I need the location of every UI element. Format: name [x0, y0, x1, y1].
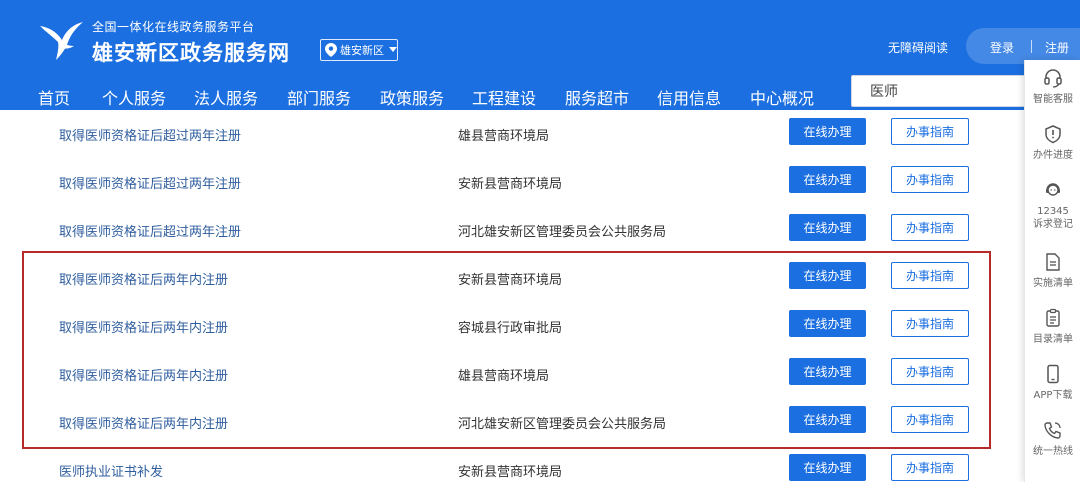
sidebar-item-12345[interactable]: 12345 诉求登记	[1025, 180, 1080, 231]
list-item: 医师执业证书补发 安新县营商环境局 在线办理 办事指南	[0, 446, 1024, 482]
service-guide-button[interactable]: 办事指南	[891, 166, 969, 193]
nav-item-department[interactable]: 部门服务	[287, 85, 351, 109]
online-apply-button[interactable]: 在线办理	[789, 454, 866, 481]
service-name-link[interactable]: 医师执业证书补发	[59, 461, 163, 480]
sidebar-item-label: 12345	[1037, 206, 1069, 217]
sidebar-item-label-line2: 诉求登记	[1033, 219, 1073, 230]
site-title[interactable]: 雄安新区政务服务网	[92, 37, 290, 67]
service-name-link[interactable]: 取得医师资格证后超过两年注册	[59, 125, 241, 144]
sidebar-item-label: APP下载	[1033, 390, 1073, 401]
nav-item-personal[interactable]: 个人服务	[102, 85, 166, 109]
nav-item-policy[interactable]: 政策服务	[380, 85, 444, 109]
sidebar-item-progress[interactable]: 办件进度	[1025, 124, 1080, 162]
service-guide-button[interactable]: 办事指南	[891, 454, 969, 481]
login-link[interactable]: 登录	[990, 39, 1014, 56]
sidebar-item-implementation-list[interactable]: 实施清单	[1025, 252, 1080, 290]
department-name: 安新县营商环境局	[458, 465, 563, 480]
search-input[interactable]	[851, 75, 1031, 107]
service-name-link[interactable]: 取得医师资格证后超过两年注册	[59, 173, 241, 192]
platform-subtitle: 全国一体化在线政务服务平台	[92, 20, 255, 34]
shield-icon	[1045, 125, 1061, 144]
region-label: 雄安新区	[340, 44, 384, 57]
chevron-down-icon	[389, 47, 397, 52]
sidebar-item-label: 实施清单	[1033, 278, 1073, 289]
document-icon	[1046, 253, 1060, 271]
location-pin-icon	[325, 43, 337, 57]
accessibility-link[interactable]: 无障碍阅读	[888, 39, 948, 56]
nav-item-legal-person[interactable]: 法人服务	[194, 85, 258, 109]
register-link[interactable]: 注册	[1045, 39, 1069, 56]
nav-item-center[interactable]: 中心概况	[750, 85, 814, 109]
auth-divider	[1031, 40, 1032, 53]
service-guide-button[interactable]: 办事指南	[891, 118, 969, 145]
support-agent-icon	[1046, 183, 1060, 196]
region-selector[interactable]: 雄安新区	[320, 39, 398, 61]
nav-item-construction[interactable]: 工程建设	[472, 85, 536, 109]
sidebar-item-catalog-list[interactable]: 目录清单	[1025, 308, 1080, 346]
nav-item-service-market[interactable]: 服务超市	[565, 85, 629, 109]
list-item: 取得医师资格证后超过两年注册 雄县营商环境局 在线办理 办事指南	[0, 110, 1024, 158]
nav-item-home[interactable]: 首页	[38, 85, 70, 109]
department-name: 河北雄安新区管理委员会公共服务局	[458, 225, 667, 240]
sidebar-item-label: 智能客服	[1033, 94, 1073, 105]
highlight-annotation-box	[22, 251, 991, 449]
sidebar-item-label: 统一热线	[1033, 446, 1073, 457]
sidebar-item-label: 目录清单	[1033, 334, 1073, 345]
sidebar-item-app-download[interactable]: APP下载	[1025, 364, 1080, 402]
service-guide-button[interactable]: 办事指南	[891, 214, 969, 241]
swallow-logo-icon[interactable]	[38, 18, 84, 62]
online-apply-button[interactable]: 在线办理	[789, 166, 866, 193]
online-apply-button[interactable]: 在线办理	[789, 214, 866, 241]
sidebar-item-smart-service[interactable]: 智能客服	[1025, 68, 1080, 106]
hotline-icon	[1044, 422, 1061, 439]
headset-icon	[1044, 69, 1062, 88]
sidebar-item-hotline[interactable]: 统一热线	[1025, 420, 1080, 458]
department-name: 雄县营商环境局	[458, 129, 550, 144]
department-name: 安新县营商环境局	[458, 177, 563, 192]
list-item: 取得医师资格证后超过两年注册 河北雄安新区管理委员会公共服务局 在线办理 办事指…	[0, 206, 1024, 254]
floating-sidebar: 智能客服 办件进度 12345 诉求登记 实施清单 目录清单 APP下载 统一热…	[1024, 60, 1080, 482]
sidebar-item-label: 办件进度	[1033, 150, 1073, 161]
main-nav: 首页 个人服务 法人服务 部门服务 政策服务 工程建设 服务超市 信用信息 中心…	[0, 80, 860, 110]
online-apply-button[interactable]: 在线办理	[789, 118, 866, 145]
clipboard-icon	[1046, 308, 1060, 327]
phone-icon	[1047, 364, 1059, 384]
list-item: 取得医师资格证后超过两年注册 安新县营商环境局 在线办理 办事指南	[0, 158, 1024, 206]
service-name-link[interactable]: 取得医师资格证后超过两年注册	[59, 221, 241, 240]
nav-item-credit[interactable]: 信用信息	[657, 85, 721, 109]
